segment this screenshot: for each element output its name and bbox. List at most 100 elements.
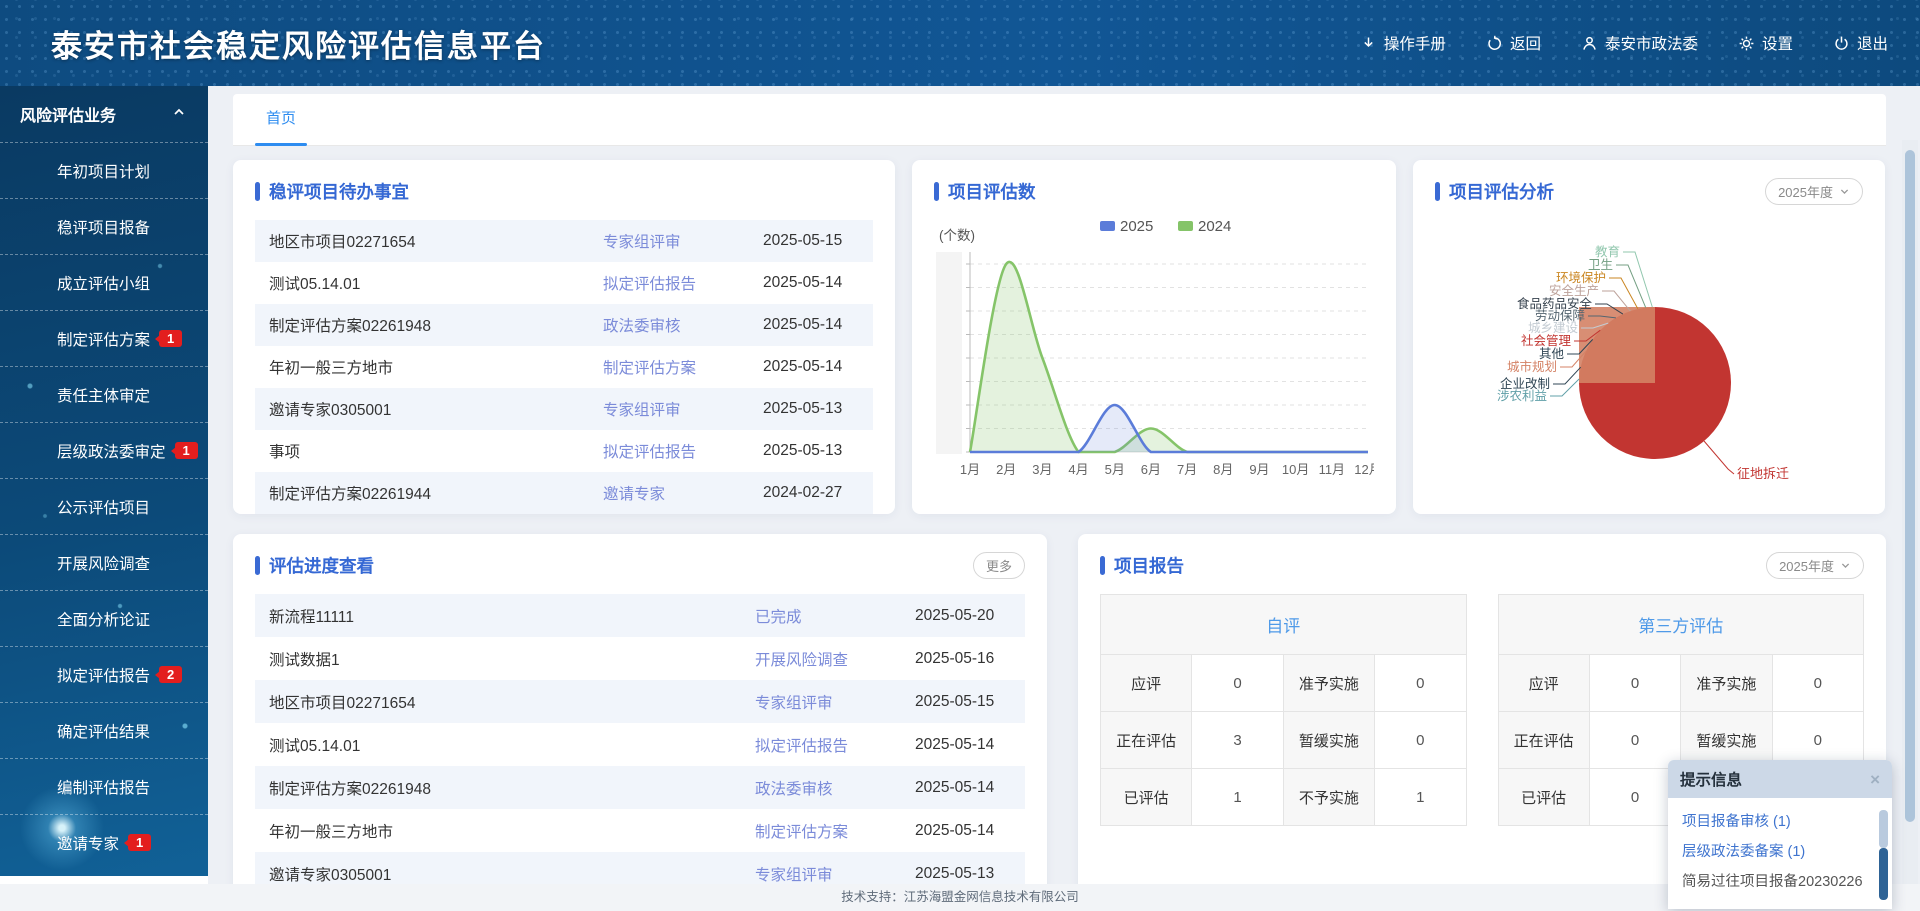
header-menu-label: 泰安市政法委	[1605, 32, 1698, 54]
pie-chart: 教育卫生环境保护安全生产食品药品安全劳动保障城乡建设社会管理其他城市规划企业改制…	[1435, 206, 1863, 508]
date-label: 2025-05-14	[915, 779, 1011, 797]
sidebar-item[interactable]: 责任主体审定	[0, 366, 208, 422]
svg-text:3月: 3月	[1032, 462, 1052, 477]
sidebar-item[interactable]: 邀请专家1	[0, 814, 208, 870]
status-link[interactable]: 开展风险调查	[755, 648, 915, 670]
panel-analysis: 项目评估分析 2025年度 教育卫生环境保护安全生产食品药品安全劳动保障城乡建设…	[1413, 160, 1885, 514]
report-table: 自评应评0准予实施0正在评估3暂缓实施0已评估1不予实施1	[1100, 594, 1467, 826]
svg-text:征地拆迁: 征地拆迁	[1737, 466, 1789, 481]
header-menu-label: 退出	[1857, 32, 1888, 54]
toast-link-item[interactable]: 项目报备审核 (1)	[1682, 807, 1868, 837]
sidebar-item-label: 编制评估报告	[57, 776, 150, 798]
svg-text:安全生产: 安全生产	[1549, 283, 1599, 298]
svg-text:11月: 11月	[1319, 462, 1346, 477]
sidebar-item[interactable]: 制定评估方案1	[0, 310, 208, 366]
panel-eval-count: 项目评估数 1月2月3月4月5月6月7月8月9月10月11月12月(个数)202…	[912, 160, 1396, 514]
status-link[interactable]: 拟定评估报告	[603, 440, 763, 462]
header-menu-item[interactable]: 退出	[1833, 32, 1888, 54]
toast-scrollbar-upper[interactable]	[1879, 810, 1888, 848]
toast-title: 提示信息	[1680, 768, 1742, 790]
header-menu-item[interactable]: 操作手册	[1360, 32, 1446, 54]
svg-text:10月: 10月	[1282, 462, 1309, 477]
sidebar-item[interactable]: 确定评估结果	[0, 702, 208, 758]
report-cell-value: 0	[1772, 655, 1863, 712]
sidebar: 风险评估业务 年初项目计划稳评项目报备成立评估小组制定评估方案1 责任主体审定层级…	[0, 86, 208, 876]
list-item: 邀请专家0305001专家组评审2025-05-13	[255, 388, 873, 430]
date-label: 2025-05-16	[915, 650, 1011, 668]
report-table-title: 第三方评估	[1498, 595, 1864, 655]
notification-badge: 2	[159, 666, 182, 683]
more-button[interactable]: 更多	[973, 552, 1025, 579]
list-item: 年初一般三方地市制定评估方案2025-05-14	[255, 809, 1025, 852]
toast-scrollbar-lower[interactable]	[1879, 848, 1888, 900]
report-cell-value: 0	[1375, 712, 1466, 769]
report-cell-label: 已评估	[1498, 769, 1589, 826]
header-menu: 操作手册 返回 泰安市政法委 设置 退出	[1360, 32, 1888, 54]
status-link[interactable]: 专家组评审	[755, 863, 915, 885]
app-header: 泰安市社会稳定风险评估信息平台 操作手册返回泰安市政法委设置退出	[0, 0, 1920, 86]
panel-todo-title: 稳评项目待办事宜	[269, 179, 409, 204]
sidebar-item[interactable]: 成立评估小组	[0, 254, 208, 310]
page-scrollbar-thumb[interactable]	[1905, 150, 1915, 822]
tab-bar: 首页	[233, 94, 1886, 146]
report-cell-value: 0	[1589, 712, 1680, 769]
date-label: 2025-05-14	[915, 822, 1011, 840]
analysis-year-select[interactable]: 2025年度	[1765, 178, 1863, 205]
status-link[interactable]: 拟定评估报告	[755, 734, 915, 756]
sidebar-item-label: 年初项目计划	[57, 160, 150, 182]
status-link[interactable]: 专家组评审	[603, 230, 763, 252]
header-menu-item[interactable]: 设置	[1738, 32, 1793, 54]
report-cell-label: 不予实施	[1283, 769, 1374, 826]
svg-text:2024: 2024	[1198, 218, 1231, 235]
header-menu-item[interactable]: 泰安市政法委	[1581, 32, 1698, 54]
panel-analysis-title: 项目评估分析	[1449, 179, 1554, 204]
toast-link-item[interactable]: 层级政法委备案 (1)	[1682, 837, 1868, 867]
sidebar-item[interactable]: 编制评估报告	[0, 758, 208, 814]
svg-text:城市规划: 城市规划	[1507, 359, 1557, 374]
sidebar-item[interactable]: 层级政法委审定1	[0, 422, 208, 478]
close-icon[interactable]: ×	[1870, 771, 1880, 788]
sidebar-items: 年初项目计划稳评项目报备成立评估小组制定评估方案1 责任主体审定层级政法委审定1公…	[0, 142, 208, 870]
main-content: 首页 稳评项目待办事宜 地区市项目02271654专家组评审2025-05-15…	[208, 86, 1920, 911]
svg-text:7月: 7月	[1177, 462, 1197, 477]
date-label: 2025-05-14	[763, 316, 859, 334]
chevron-down-icon	[1839, 186, 1850, 197]
sidebar-item[interactable]: 全面分析论证	[0, 590, 208, 646]
chevron-down-icon	[1840, 560, 1851, 571]
sidebar-item[interactable]: 公示评估项目	[0, 478, 208, 534]
project-name: 地区市项目02271654	[269, 691, 755, 713]
status-link[interactable]: 政法委审核	[755, 777, 915, 799]
status-link[interactable]: 拟定评估报告	[603, 272, 763, 294]
status-link[interactable]: 专家组评审	[755, 691, 915, 713]
status-link[interactable]: 政法委审核	[603, 314, 763, 336]
svg-text:城乡建设: 城乡建设	[1528, 320, 1579, 335]
sidebar-item[interactable]: 开展风险调查	[0, 534, 208, 590]
sidebar-item[interactable]: 稳评项目报备	[0, 198, 208, 254]
project-name: 事项	[269, 440, 603, 462]
list-item: 测试05.14.01拟定评估报告2025-05-14	[255, 262, 873, 304]
project-name: 测试05.14.01	[269, 272, 603, 294]
sidebar-item[interactable]: 年初项目计划	[0, 142, 208, 198]
status-link[interactable]: 制定评估方案	[603, 356, 763, 378]
sidebar-item[interactable]: 拟定评估报告2	[0, 646, 208, 702]
toast-text-item: 简易过往项目报备20230226	[1682, 867, 1868, 897]
list-item: 地区市项目02271654专家组评审2025-05-15	[255, 680, 1025, 723]
more-button-label: 更多	[986, 556, 1012, 575]
status-link[interactable]: 制定评估方案	[755, 820, 915, 842]
status-link[interactable]: 已完成	[755, 605, 915, 627]
report-year-select[interactable]: 2025年度	[1766, 552, 1864, 579]
status-link[interactable]: 专家组评审	[603, 398, 763, 420]
tab-home[interactable]: 首页	[255, 94, 307, 146]
status-link[interactable]: 邀请专家	[603, 482, 763, 504]
project-name: 制定评估方案02261944	[269, 482, 603, 504]
report-cell-label: 应评	[1101, 655, 1192, 712]
list-item: 地区市项目02271654专家组评审2025-05-15	[255, 220, 873, 262]
title-accent-bar	[934, 182, 939, 201]
sidebar-item-label: 成立评估小组	[57, 272, 150, 294]
header-menu-item[interactable]: 返回	[1486, 32, 1541, 54]
list-item: 测试05.14.01拟定评估报告2025-05-14	[255, 723, 1025, 766]
svg-text:8月: 8月	[1213, 462, 1233, 477]
sidebar-item-label: 责任主体审定	[57, 384, 150, 406]
toast-notification: 提示信息 × 项目报备审核 (1)层级政法委备案 (1)简易过往项目报备2023…	[1668, 760, 1892, 909]
sidebar-group-risk-assessment[interactable]: 风险评估业务	[0, 86, 208, 142]
